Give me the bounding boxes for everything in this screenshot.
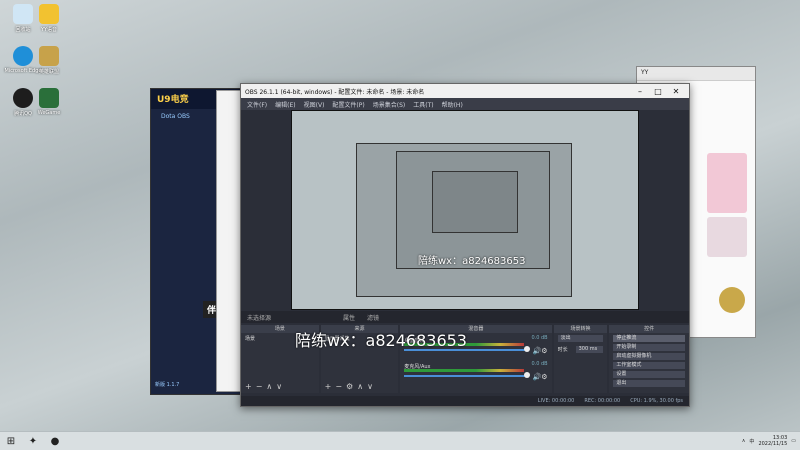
source-controls[interactable]: +−⚙∧∨ (325, 382, 377, 391)
duration-label: 时长 (557, 347, 568, 353)
transitions-header: 场景转换 (553, 325, 608, 333)
settings-button[interactable]: 设置 (613, 371, 685, 378)
speaker-icon[interactable]: 🔊⚙ (533, 373, 548, 381)
obs-menu-bar: 文件(F) 编辑(E) 视图(V) 配置文件(P) 场景集合(S) 工具(T) … (241, 98, 689, 110)
obs-title-bar[interactable]: OBS 26.1.1 (64-bit, windows) - 配置文件: 未命名… (241, 84, 689, 98)
studio-mode-button[interactable]: 工作室模式 (613, 362, 685, 369)
wegame-icon[interactable]: WeGame (30, 88, 68, 116)
source-toolbar: 未选择源 属性 滤镜 (241, 311, 689, 323)
watermark-text-small: 陪练wx：a824683653 (418, 256, 526, 267)
volume-slider[interactable] (404, 375, 527, 377)
menu-view[interactable]: 视图(V) (304, 100, 325, 109)
watermark-text: 陪练wx：a824683653 (295, 331, 467, 350)
system-tray: ∧ 中 13:03 2022/11/15 ▭ (742, 435, 800, 447)
speaker-icon[interactable]: 🔊⚙ (533, 347, 548, 355)
menu-profile[interactable]: 配置文件(P) (332, 100, 364, 109)
menu-tools[interactable]: 工具(T) (413, 100, 433, 109)
scene-controls[interactable]: +−∧∨ (245, 382, 286, 391)
duration-input[interactable]: 300 ms (575, 346, 604, 353)
chat-image-2 (707, 217, 747, 257)
menu-file[interactable]: 文件(F) (247, 100, 267, 109)
channel-db: 0.0 dB (531, 335, 548, 341)
chat-image (707, 153, 747, 213)
stop-streaming-button[interactable]: 停止推流 (613, 335, 685, 342)
properties-button[interactable]: 属性 (343, 313, 355, 322)
preview-nested-3 (432, 171, 518, 233)
filters-button[interactable]: 滤镜 (367, 313, 379, 322)
channel-db: 0.0 dB (531, 361, 548, 367)
no-source-label: 未选择源 (247, 314, 272, 322)
obs-window-title: OBS 26.1.1 (64-bit, windows) - 配置文件: 未命名… (245, 88, 425, 96)
volume-slider-handle[interactable] (524, 372, 531, 378)
cpu-status: CPU: 1.9%, 30.00 fps (630, 398, 683, 404)
windows-start-icon[interactable]: ⊞ (0, 432, 22, 450)
mixer-channel: 麦克风/Aux 0.0 dB 🔊⚙ (404, 361, 548, 385)
clock-date: 2022/11/15 (758, 441, 788, 447)
menu-edit[interactable]: 编辑(E) (275, 100, 295, 109)
menu-help[interactable]: 帮助(H) (442, 100, 463, 109)
controls-panel[interactable]: 控件 停止推流 开始录制 启动虚拟摄像机 工作室模式 设置 退出 (609, 325, 689, 393)
game-footer: 新版 1.1.7 (155, 382, 180, 388)
taskbar: ⊞ ✦ ● ∧ 中 13:03 2022/11/15 ▭ (0, 431, 800, 450)
transitions-panel[interactable]: 场景转换 淡出 时长 300 ms (553, 325, 608, 393)
yy-app-icon[interactable]: ✦ (22, 432, 44, 450)
clock[interactable]: 13:03 2022/11/15 (758, 435, 787, 447)
close-icon[interactable]: ✕ (667, 87, 685, 96)
obs-status-bar: LIVE: 00:00:00 REC: 00:00:00 CPU: 1.9%, … (241, 396, 689, 406)
menu-scene-collection[interactable]: 场景集合(S) (373, 100, 406, 109)
lol-icon[interactable]: 英雄联盟 (30, 46, 68, 75)
exit-button[interactable]: 退出 (613, 380, 685, 387)
chevron-up-icon[interactable]: ∧ (742, 438, 746, 444)
obs-preview[interactable] (291, 110, 639, 310)
rec-status: REC: 00:00:00 (584, 398, 621, 404)
live-status: LIVE: 00:00:00 (537, 398, 575, 404)
obs-window[interactable]: OBS 26.1.1 (64-bit, windows) - 配置文件: 未命名… (240, 83, 690, 407)
volume-meter (404, 369, 525, 372)
minimize-icon[interactable]: – (631, 87, 649, 96)
chat-title: YY (641, 69, 649, 76)
start-recording-button[interactable]: 开始录制 (613, 344, 685, 351)
obs-app-icon[interactable]: ● (44, 432, 66, 450)
yy-icon[interactable]: YY语音 (30, 4, 68, 33)
avatar (719, 287, 745, 313)
transition-type-select[interactable]: 淡出 (557, 335, 604, 342)
language-indicator[interactable]: 中 (749, 438, 754, 445)
virtual-camera-button[interactable]: 启动虚拟摄像机 (613, 353, 685, 360)
controls-header: 控件 (609, 325, 689, 333)
volume-slider-handle[interactable] (524, 346, 531, 352)
maximize-icon[interactable]: □ (649, 87, 667, 96)
notification-icon[interactable]: ▭ (791, 438, 796, 444)
